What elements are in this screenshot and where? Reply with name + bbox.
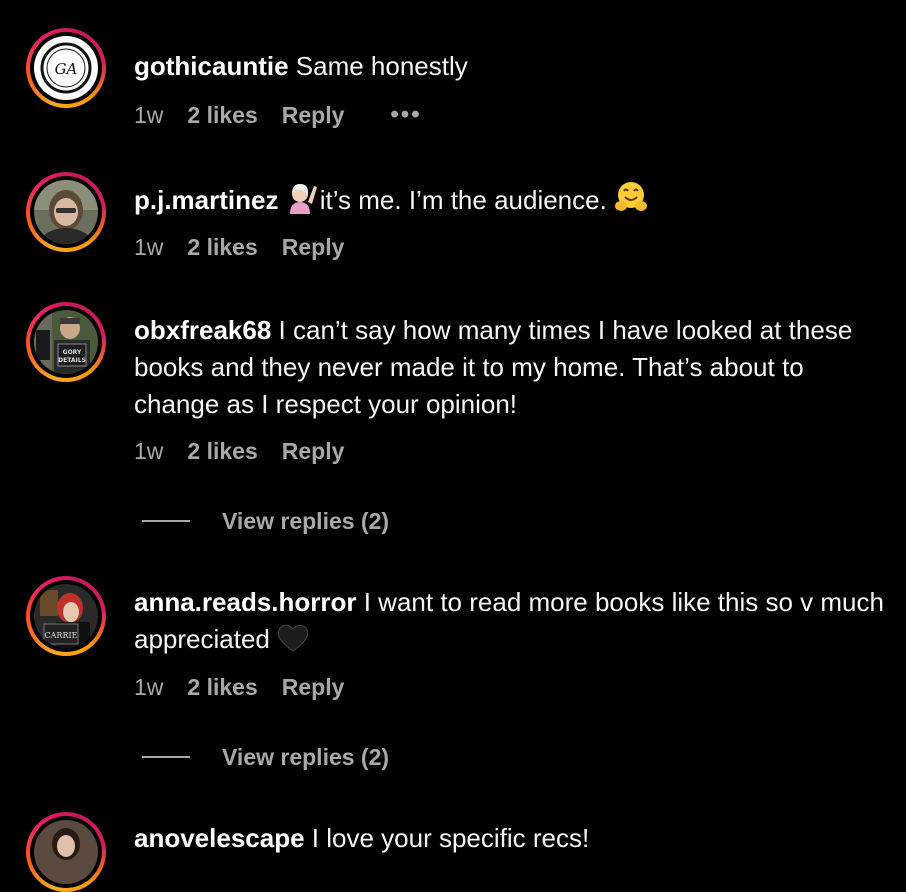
comment-meta: 1w 2 likes Reply ••• — [134, 100, 422, 130]
comment-meta: 1w 2 likes Reply — [134, 436, 344, 466]
view-replies-label[interactable]: View replies (2) — [222, 508, 389, 535]
comment-username[interactable]: p.j.martinez — [134, 185, 278, 215]
likes-count[interactable]: 2 likes — [187, 234, 257, 261]
reply-button[interactable]: Reply — [282, 674, 345, 701]
comment-text: obxfreak68 I can’t say how many times I … — [134, 315, 860, 419]
svg-text:DETAILS: DETAILS — [58, 357, 86, 364]
anna-reads-horror-avatar-icon: CARRIE — [34, 584, 98, 648]
divider — [142, 756, 190, 758]
comment-text: gothicauntie Same honestly — [134, 51, 468, 81]
pj-martinez-avatar-icon — [34, 180, 98, 244]
comment-username[interactable]: gothicauntie — [134, 51, 289, 81]
more-options-icon[interactable]: ••• — [390, 101, 421, 129]
gothicauntie-avatar-icon: GA — [34, 36, 98, 100]
avatar[interactable] — [26, 172, 106, 252]
person-raising-hand-emoji-icon — [286, 180, 320, 224]
comment-timestamp[interactable]: 1w — [134, 674, 163, 701]
comment-meta: 1w 2 likes Reply — [134, 232, 344, 262]
avatar[interactable]: GORY DETAILS — [26, 302, 106, 382]
divider — [142, 520, 190, 522]
comment-timestamp[interactable]: 1w — [134, 438, 163, 465]
svg-text:GORY: GORY — [63, 349, 82, 356]
comment-username[interactable]: obxfreak68 — [134, 315, 271, 345]
hugging-face-emoji-icon — [614, 180, 648, 224]
likes-count[interactable]: 2 likes — [187, 438, 257, 465]
likes-count[interactable]: 2 likes — [187, 674, 257, 701]
svg-text:CARRIE: CARRIE — [45, 631, 78, 640]
reply-button[interactable]: Reply — [282, 102, 345, 129]
avatar[interactable]: GA — [26, 28, 106, 108]
reply-button[interactable]: Reply — [282, 438, 345, 465]
view-replies-button[interactable]: View replies (2) — [142, 742, 389, 772]
comment-text: anovelescape I love your specific recs! — [134, 823, 590, 853]
comment-timestamp[interactable]: 1w — [134, 102, 163, 129]
likes-count[interactable]: 2 likes — [187, 102, 257, 129]
anovelescape-avatar-icon — [34, 820, 98, 884]
comment-username[interactable]: anna.reads.horror — [134, 587, 357, 617]
avatar[interactable] — [26, 812, 106, 892]
reply-button[interactable]: Reply — [282, 234, 345, 261]
comment-timestamp[interactable]: 1w — [134, 234, 163, 261]
view-replies-button[interactable]: View replies (2) — [142, 506, 389, 536]
svg-text:GA: GA — [55, 60, 78, 78]
obxfreak68-avatar-icon: GORY DETAILS — [34, 310, 98, 374]
comment-meta: 1w 2 likes Reply — [134, 672, 344, 702]
black-heart-emoji-icon — [277, 623, 309, 663]
comment-text: anna.reads.horror I want to read more bo… — [134, 584, 904, 663]
comment-text: p.j.martinez it’s me. I’m the audience. — [134, 180, 906, 224]
comment-username[interactable]: anovelescape — [134, 823, 305, 853]
view-replies-label[interactable]: View replies (2) — [222, 744, 389, 771]
avatar[interactable]: CARRIE — [26, 576, 106, 656]
